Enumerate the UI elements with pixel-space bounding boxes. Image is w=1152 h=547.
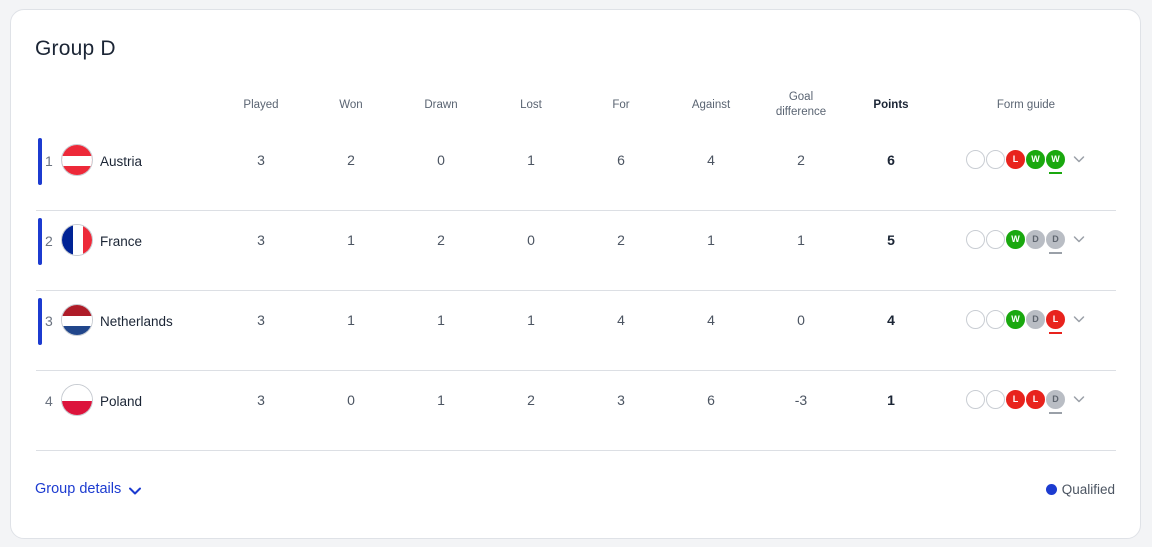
drawn-cell: 1 xyxy=(437,312,445,328)
form-win: W xyxy=(1026,149,1045,169)
qualified-legend-label: Qualified xyxy=(1061,482,1115,497)
header-drawn: Drawn xyxy=(424,99,458,111)
against-cell: 4 xyxy=(707,152,715,168)
team-name[interactable]: Austria xyxy=(100,154,142,169)
qualified-indicator xyxy=(38,138,42,185)
position-number: 2 xyxy=(45,233,53,249)
position-number: 1 xyxy=(45,153,53,169)
points-cell: 1 xyxy=(887,392,895,408)
form-win: W xyxy=(1006,309,1025,329)
chevron-down-icon[interactable] xyxy=(1072,392,1086,406)
header-lost: Lost xyxy=(520,99,542,111)
form-win: W xyxy=(1006,229,1025,249)
against-cell: 6 xyxy=(707,392,715,408)
form-guide: LLD xyxy=(966,389,1086,414)
played-cell: 3 xyxy=(257,392,265,408)
header-played: Played xyxy=(243,99,279,111)
lost-cell: 2 xyxy=(527,392,535,408)
goal-difference-cell: -3 xyxy=(794,392,808,408)
won-cell: 2 xyxy=(347,152,355,168)
position-number: 4 xyxy=(45,393,53,409)
form-guide: LWW xyxy=(966,149,1086,174)
lost-cell: 1 xyxy=(527,312,535,328)
header-goal-difference: Goal difference xyxy=(756,90,846,120)
goal-difference-cell: 1 xyxy=(797,232,805,248)
form-draw: D xyxy=(1026,309,1045,329)
goal-difference-cell: 0 xyxy=(797,312,805,328)
qualified-dot-icon xyxy=(1045,484,1057,495)
chevron-down-icon xyxy=(129,487,142,494)
header-against: Against xyxy=(691,99,731,111)
chevron-down-icon[interactable] xyxy=(1072,312,1086,326)
qualified-indicator xyxy=(38,298,42,345)
lost-cell: 1 xyxy=(527,152,535,168)
form-empty xyxy=(966,149,985,169)
austria-flag-icon xyxy=(61,144,93,176)
form-empty xyxy=(966,229,985,249)
form-empty xyxy=(986,389,1005,409)
header-won: Won xyxy=(339,99,363,111)
table-row[interactable]: 4 Poland 3 0 1 2 3 6 -3 1 L L D xyxy=(36,371,1116,451)
played-cell: 3 xyxy=(257,232,265,248)
form-loss: L xyxy=(1026,389,1045,409)
team-name[interactable]: Netherlands xyxy=(100,314,173,329)
played-cell: 3 xyxy=(257,152,265,168)
team-name[interactable]: France xyxy=(100,234,142,249)
for-cell: 4 xyxy=(617,312,625,328)
team-name[interactable]: Poland xyxy=(100,394,142,409)
drawn-cell: 1 xyxy=(437,392,445,408)
chevron-down-icon[interactable] xyxy=(1072,152,1086,166)
position-number: 3 xyxy=(45,313,53,329)
for-cell: 3 xyxy=(617,392,625,408)
header-goal-difference-line1: Goal xyxy=(788,91,814,103)
drawn-cell: 2 xyxy=(437,232,445,248)
group-details-toggle[interactable]: Group details xyxy=(35,481,142,497)
form-win: W xyxy=(1046,149,1065,174)
points-cell: 4 xyxy=(887,312,895,328)
points-cell: 6 xyxy=(887,152,895,168)
form-guide: WDD xyxy=(966,229,1086,254)
form-guide: WDL xyxy=(966,309,1086,334)
against-cell: 4 xyxy=(707,312,715,328)
header-form-guide: Form guide xyxy=(996,99,1056,111)
header-for: For xyxy=(612,99,630,111)
group-card: Group D Played Won Drawn Lost For Agains… xyxy=(10,9,1141,539)
won-cell: 1 xyxy=(347,312,355,328)
form-empty xyxy=(986,309,1005,329)
form-loss: L xyxy=(1006,149,1025,169)
chevron-down-icon[interactable] xyxy=(1072,232,1086,246)
table-row[interactable]: 3 Netherlands 3 1 1 1 4 4 0 4 W D L xyxy=(36,291,1116,371)
form-draw: D xyxy=(1046,229,1065,254)
for-cell: 2 xyxy=(617,232,625,248)
qualified-legend: Qualified xyxy=(1045,482,1115,497)
france-flag-icon xyxy=(61,224,93,256)
for-cell: 6 xyxy=(617,152,625,168)
qualified-indicator xyxy=(38,218,42,265)
poland-flag-icon xyxy=(61,384,93,416)
lost-cell: 0 xyxy=(527,232,535,248)
goal-difference-cell: 2 xyxy=(797,152,805,168)
form-draw: D xyxy=(1046,389,1065,414)
won-cell: 0 xyxy=(347,392,355,408)
form-loss: L xyxy=(1006,389,1025,409)
against-cell: 1 xyxy=(707,232,715,248)
form-empty xyxy=(986,229,1005,249)
header-goal-difference-line2: difference xyxy=(775,106,827,118)
netherlands-flag-icon xyxy=(61,304,93,336)
form-empty xyxy=(966,389,985,409)
points-cell: 5 xyxy=(887,232,895,248)
table-row[interactable]: 1 Austria 3 2 0 1 6 4 2 6 L W W xyxy=(36,131,1116,211)
drawn-cell: 0 xyxy=(437,152,445,168)
won-cell: 1 xyxy=(347,232,355,248)
header-points: Points xyxy=(873,99,909,111)
group-title: Group D xyxy=(35,37,116,60)
form-empty xyxy=(986,149,1005,169)
form-loss: L xyxy=(1046,309,1065,334)
form-draw: D xyxy=(1026,229,1045,249)
table-row[interactable]: 2 France 3 1 2 0 2 1 1 5 W D D xyxy=(36,211,1116,291)
form-empty xyxy=(966,309,985,329)
group-details-label: Group details xyxy=(35,481,122,497)
played-cell: 3 xyxy=(257,312,265,328)
